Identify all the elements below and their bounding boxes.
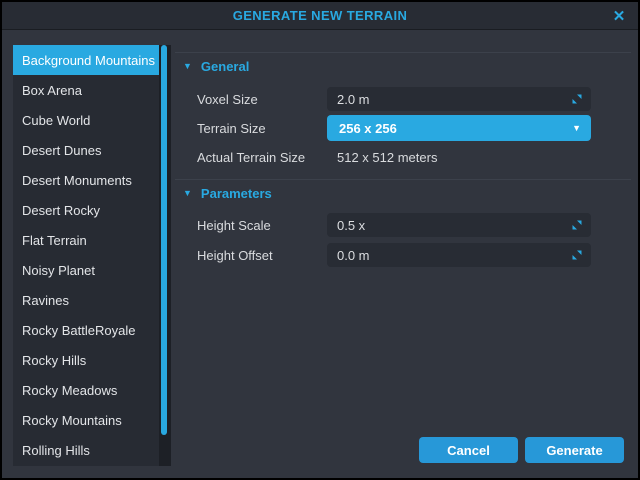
list-item-desert-rocky[interactable]: Desert Rocky [13,195,159,225]
voxel-size-field[interactable]: 2.0 m [327,87,591,111]
height-offset-row: Height Offset 0.0 m [197,243,591,267]
height-scale-row: Height Scale 0.5 x [197,213,591,237]
list-item-rocky-mountains[interactable]: Rocky Mountains [13,405,159,435]
list-item-ravines[interactable]: Ravines [13,285,159,315]
separator-general [175,52,631,53]
actual-terrain-size-row: Actual Terrain Size 512 x 512 meters [197,147,591,167]
collapse-icon-general: ▼ [183,61,192,71]
terrain-size-dropdown[interactable]: 256 x 256 ▼ [327,115,591,141]
drag-resize-icon[interactable] [571,93,583,105]
terrain-size-row: Terrain Size 256 x 256 ▼ [197,115,591,141]
settings-panel: ▼ General Voxel Size 2.0 m Terrain Size … [173,30,635,475]
section-title-general: General [201,59,249,74]
height-scale-value: 0.5 x [337,218,365,233]
list-item-rolling-hills[interactable]: Rolling Hills [13,435,159,465]
actual-terrain-size-label: Actual Terrain Size [197,150,327,165]
list-item-box-arena[interactable]: Box Arena [13,75,159,105]
height-offset-label: Height Offset [197,248,327,263]
list-scrollbar[interactable] [159,45,171,466]
terrain-size-value: 256 x 256 [339,121,397,136]
section-header-parameters[interactable]: ▼ Parameters [183,185,272,201]
terrain-size-label: Terrain Size [197,121,327,136]
actual-terrain-size-value: 512 x 512 meters [327,150,437,165]
chevron-down-icon: ▼ [572,123,581,133]
separator-parameters [175,179,631,180]
list-item-desert-dunes[interactable]: Desert Dunes [13,135,159,165]
voxel-size-label: Voxel Size [197,92,327,107]
list-item-noisy-planet[interactable]: Noisy Planet [13,255,159,285]
terrain-preset-list: Background Mountains Box Arena Cube Worl… [13,45,171,466]
list-item-flat-terrain[interactable]: Flat Terrain [13,225,159,255]
cancel-button[interactable]: Cancel [419,437,518,463]
drag-resize-icon[interactable] [571,249,583,261]
dialog-title: GENERATE NEW TERRAIN [233,8,408,23]
height-offset-value: 0.0 m [337,248,370,263]
terrain-preset-items: Background Mountains Box Arena Cube Worl… [13,45,159,465]
dialog-titlebar: GENERATE NEW TERRAIN ✕ [2,2,638,30]
drag-resize-icon[interactable] [571,219,583,231]
list-item-background-mountains[interactable]: Background Mountains [13,45,159,75]
list-item-desert-monuments[interactable]: Desert Monuments [13,165,159,195]
generate-button[interactable]: Generate [525,437,624,463]
list-item-rocky-hills[interactable]: Rocky Hills [13,345,159,375]
section-title-parameters: Parameters [201,186,272,201]
list-scrollbar-thumb[interactable] [161,45,167,435]
collapse-icon-parameters: ▼ [183,188,192,198]
list-item-cube-world[interactable]: Cube World [13,105,159,135]
voxel-size-row: Voxel Size 2.0 m [197,87,591,111]
close-icon[interactable]: ✕ [606,2,632,30]
height-scale-label: Height Scale [197,218,327,233]
height-scale-field[interactable]: 0.5 x [327,213,591,237]
voxel-size-value: 2.0 m [337,92,370,107]
list-item-rocky-meadows[interactable]: Rocky Meadows [13,375,159,405]
list-item-rocky-battleroyale[interactable]: Rocky BattleRoyale [13,315,159,345]
generate-terrain-dialog: GENERATE NEW TERRAIN ✕ Background Mounta… [2,2,638,478]
section-header-general[interactable]: ▼ General [183,58,249,74]
height-offset-field[interactable]: 0.0 m [327,243,591,267]
